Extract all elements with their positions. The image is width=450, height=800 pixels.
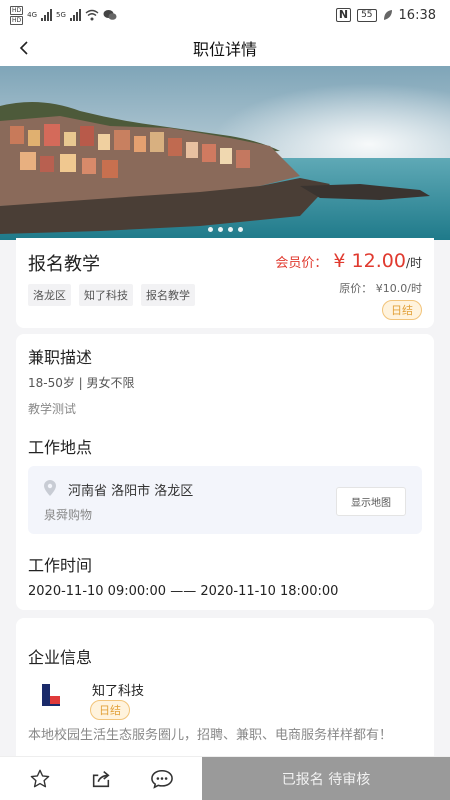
signal2-icon [69,9,81,21]
net2-label: 5G [56,11,66,19]
banner-image [0,66,450,240]
status-left: HD HD 4G 5G [10,5,117,25]
company-description: 本地校园生活生态服务圈儿，招聘、兼职、电商服务样样都有！ [28,728,393,743]
location-pin-icon [44,480,56,496]
tag-category: 报名教学 [141,284,195,306]
sim1-icon: HD [10,5,24,15]
sim-icons: HD HD [10,5,24,25]
carousel-dot[interactable] [207,227,213,232]
battery-indicator: 55 [357,8,377,22]
location-box: 河南省 洛阳市 洛龙区 泉舜购物 显示地图 [28,466,422,534]
back-icon[interactable] [10,34,38,62]
member-price: 会员价： ¥ 12.00 /时 [275,250,422,272]
clock: 16:38 [398,7,436,23]
settle-badge: 日结 [382,300,422,320]
job-summary-card: 报名教学 洛龙区 知了科技 报名教学 会员价： ¥ 12.00 /时 原价： ¥… [16,238,434,328]
share-icon[interactable] [88,766,114,792]
job-tags: 洛龙区 知了科技 报名教学 [28,284,195,306]
company-settle-badge: 日结 [90,700,130,720]
banner-carousel[interactable] [0,66,450,240]
company-logo[interactable] [38,682,64,708]
member-price-amount: ¥ 12.00 [333,250,406,272]
bottom-icons [0,766,202,792]
location-title: 工作地点 [28,438,93,457]
sim2-icon: HD [10,15,24,25]
company-card: 企业信息 知了科技 日结 本地校园生活生态服务圈儿，招聘、兼职、电商服务样样都有… [16,618,434,768]
job-detail-card: 兼职描述 18-50岁 | 男女不限 教学测试 工作地点 河南省 洛阳市 洛龙区… [16,334,434,610]
signal1-icon [41,9,53,21]
time-range: 2020-11-10 09:00:00 —— 2020-11-10 18:00:… [28,584,339,599]
location-place: 泉舜购物 [44,508,93,522]
show-map-button[interactable]: 显示地图 [336,487,406,516]
location-address: 河南省 洛阳市 洛龙区 [68,484,194,499]
company-section-title: 企业信息 [28,648,93,667]
chat-icon[interactable] [149,766,175,792]
carousel-dot[interactable] [237,227,243,232]
status-bar: HD HD 4G 5G N 55 16:38 [0,0,450,30]
wifi-icon [85,9,99,21]
page-title: 职位详情 [192,40,257,59]
net1-label: 4G [27,11,38,19]
status-right: N 55 16:38 [335,7,436,23]
tag-company: 知了科技 [79,284,133,306]
time-title: 工作时间 [28,556,93,575]
carousel-dot[interactable] [217,227,223,232]
job-title: 报名教学 [28,254,100,275]
leaf-icon [383,10,392,20]
member-price-label: 会员价： [275,256,328,271]
favorite-star-icon[interactable] [27,766,53,792]
requirements-text: 18-50岁 | 男女不限 [28,376,135,390]
desc-title: 兼职描述 [28,348,93,367]
nav-bar: 职位详情 [0,30,450,66]
desc-text: 教学测试 [28,402,77,416]
carousel-dot[interactable] [227,227,233,232]
original-price: 原价： ¥10.0/时 [339,282,422,295]
tag-district: 洛龙区 [28,284,71,306]
member-price-unit: /时 [405,256,422,270]
signup-status-button[interactable]: 已报名 待审核 [202,757,450,800]
nfc-icon: N [335,8,352,22]
wechat-icon [103,10,117,20]
bottom-action-bar: 已报名 待审核 [0,756,450,800]
carousel-dots [0,227,450,232]
company-name[interactable]: 知了科技 [92,680,144,699]
